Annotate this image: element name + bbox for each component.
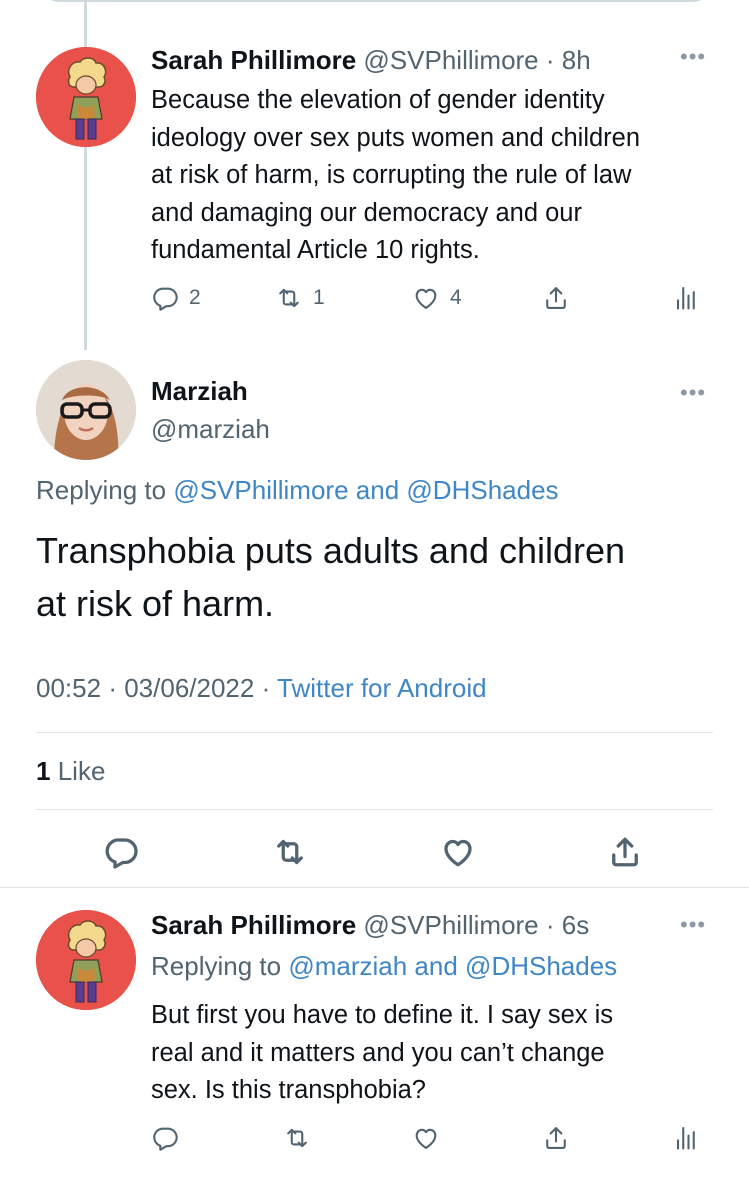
heart-icon <box>412 284 440 312</box>
share-button[interactable] <box>542 1124 570 1152</box>
replying-to: Replying to @SVPhillimore and @DHShades <box>36 475 559 506</box>
author-name[interactable]: Sarah Phillimore <box>151 45 356 75</box>
tweet-header: Sarah Phillimore @SVPhillimore · 6s <box>151 910 589 941</box>
more-icon[interactable]: ••• <box>680 380 706 406</box>
share-icon <box>542 1124 570 1152</box>
author-name[interactable]: Marziah <box>151 376 248 407</box>
retweet-icon <box>283 1124 311 1152</box>
mention-link[interactable]: @marziah <box>288 951 407 981</box>
reply-count: 2 <box>189 286 201 309</box>
reply-icon <box>151 284 179 312</box>
reply-icon <box>151 1124 179 1152</box>
share-icon <box>607 834 643 870</box>
retweet-icon <box>275 284 303 312</box>
likes-label: Like <box>57 756 106 786</box>
timestamp[interactable]: 6s <box>562 910 589 940</box>
author-handle[interactable]: @SVPhillimore <box>363 45 538 75</box>
previous-tweet-card-edge <box>44 0 708 2</box>
separator-dot: · <box>545 45 555 75</box>
tweet-text: Transphobia puts adults and children at … <box>36 524 625 630</box>
replying-and: and <box>414 951 458 981</box>
separator-dot: · <box>108 673 117 703</box>
divider <box>0 887 749 888</box>
share-button[interactable] <box>607 834 643 870</box>
tweet-text: But first you have to define it. I say s… <box>151 997 613 1110</box>
reply-icon <box>103 834 139 870</box>
divider <box>36 732 713 733</box>
separator-dot: · <box>545 910 555 940</box>
tweet-header: Sarah Phillimore @SVPhillimore · 8h <box>151 45 591 76</box>
mention-link[interactable]: @DHShades <box>406 475 558 505</box>
author-name[interactable]: Sarah Phillimore <box>151 910 356 940</box>
replying-prefix: Replying to <box>151 951 282 981</box>
tweet-text-line: ideology over sex puts women and childre… <box>151 123 641 152</box>
analytics-button[interactable] <box>671 1124 699 1152</box>
reply-button[interactable]: 2 <box>151 284 201 312</box>
replying-and: and <box>355 475 400 505</box>
reply-button[interactable] <box>151 1124 179 1152</box>
retweet-count: 1 <box>313 286 325 309</box>
tweet-text-line: Because the elevation of gender identity <box>151 86 605 114</box>
replying-prefix: Replying to <box>36 475 167 505</box>
avatar[interactable] <box>36 910 136 1010</box>
tweet-text-line: Transphobia puts adults and children <box>36 530 626 571</box>
timestamp[interactable]: 8h <box>562 45 591 75</box>
like-button[interactable] <box>412 1124 440 1152</box>
divider <box>36 809 713 810</box>
tweet-text-line: at risk of harm. <box>36 583 275 624</box>
like-button[interactable]: 4 <box>412 284 462 312</box>
author-handle[interactable]: @marziah <box>151 414 270 445</box>
tweet-text-line: at risk of harm, is corrupting the rule … <box>151 161 632 189</box>
mention-link[interactable]: @SVPhillimore <box>173 475 348 505</box>
retweet-button[interactable]: 1 <box>275 284 325 312</box>
share-button[interactable] <box>542 284 570 312</box>
avatar-image <box>36 910 136 1010</box>
replying-to: Replying to @marziah and @DHShades <box>151 951 617 982</box>
tweet-time[interactable]: 00:52 <box>36 673 101 703</box>
more-icon[interactable]: ••• <box>680 912 706 938</box>
retweet-button[interactable] <box>283 1124 311 1152</box>
tweet-text-line: fundamental Article 10 rights. <box>151 236 480 264</box>
likes-summary[interactable]: 1 Like <box>36 756 105 787</box>
tweet-text-line: real and it matters and you can’t change <box>151 1038 605 1067</box>
tweet-text-line: and damaging our democracy and our <box>151 198 582 227</box>
separator-dot: · <box>261 673 271 703</box>
more-icon[interactable]: ••• <box>680 44 706 70</box>
tweet-date[interactable]: 03/06/2022 <box>124 673 254 703</box>
mention-link[interactable]: @DHShades <box>465 951 617 981</box>
like-button[interactable] <box>440 834 476 870</box>
avatar-image <box>36 47 136 147</box>
tweet-source-link[interactable]: Twitter for Android <box>277 673 487 703</box>
reply-button[interactable] <box>103 834 139 870</box>
tweet-text: Because the elevation of gender identity… <box>151 82 640 270</box>
retweet-button[interactable] <box>272 834 308 870</box>
avatar-image <box>36 360 136 460</box>
analytics-button[interactable] <box>671 284 699 312</box>
heart-icon <box>412 1124 440 1152</box>
share-icon <box>542 284 570 312</box>
tweet-meta: 00:52 · 03/06/2022 · Twitter for Android <box>36 673 487 704</box>
tweet-text-line: But first you have to define it. I say s… <box>151 1001 614 1029</box>
avatar[interactable] <box>36 47 136 147</box>
analytics-icon <box>671 284 699 312</box>
retweet-icon <box>272 834 308 870</box>
likes-count: 1 <box>36 756 51 786</box>
heart-icon <box>440 834 476 870</box>
avatar[interactable] <box>36 360 136 460</box>
like-count: 4 <box>450 286 462 309</box>
author-handle[interactable]: @SVPhillimore <box>363 910 538 940</box>
tweet-text-line: sex. Is this transphobia? <box>151 1076 426 1104</box>
analytics-icon <box>671 1124 699 1152</box>
